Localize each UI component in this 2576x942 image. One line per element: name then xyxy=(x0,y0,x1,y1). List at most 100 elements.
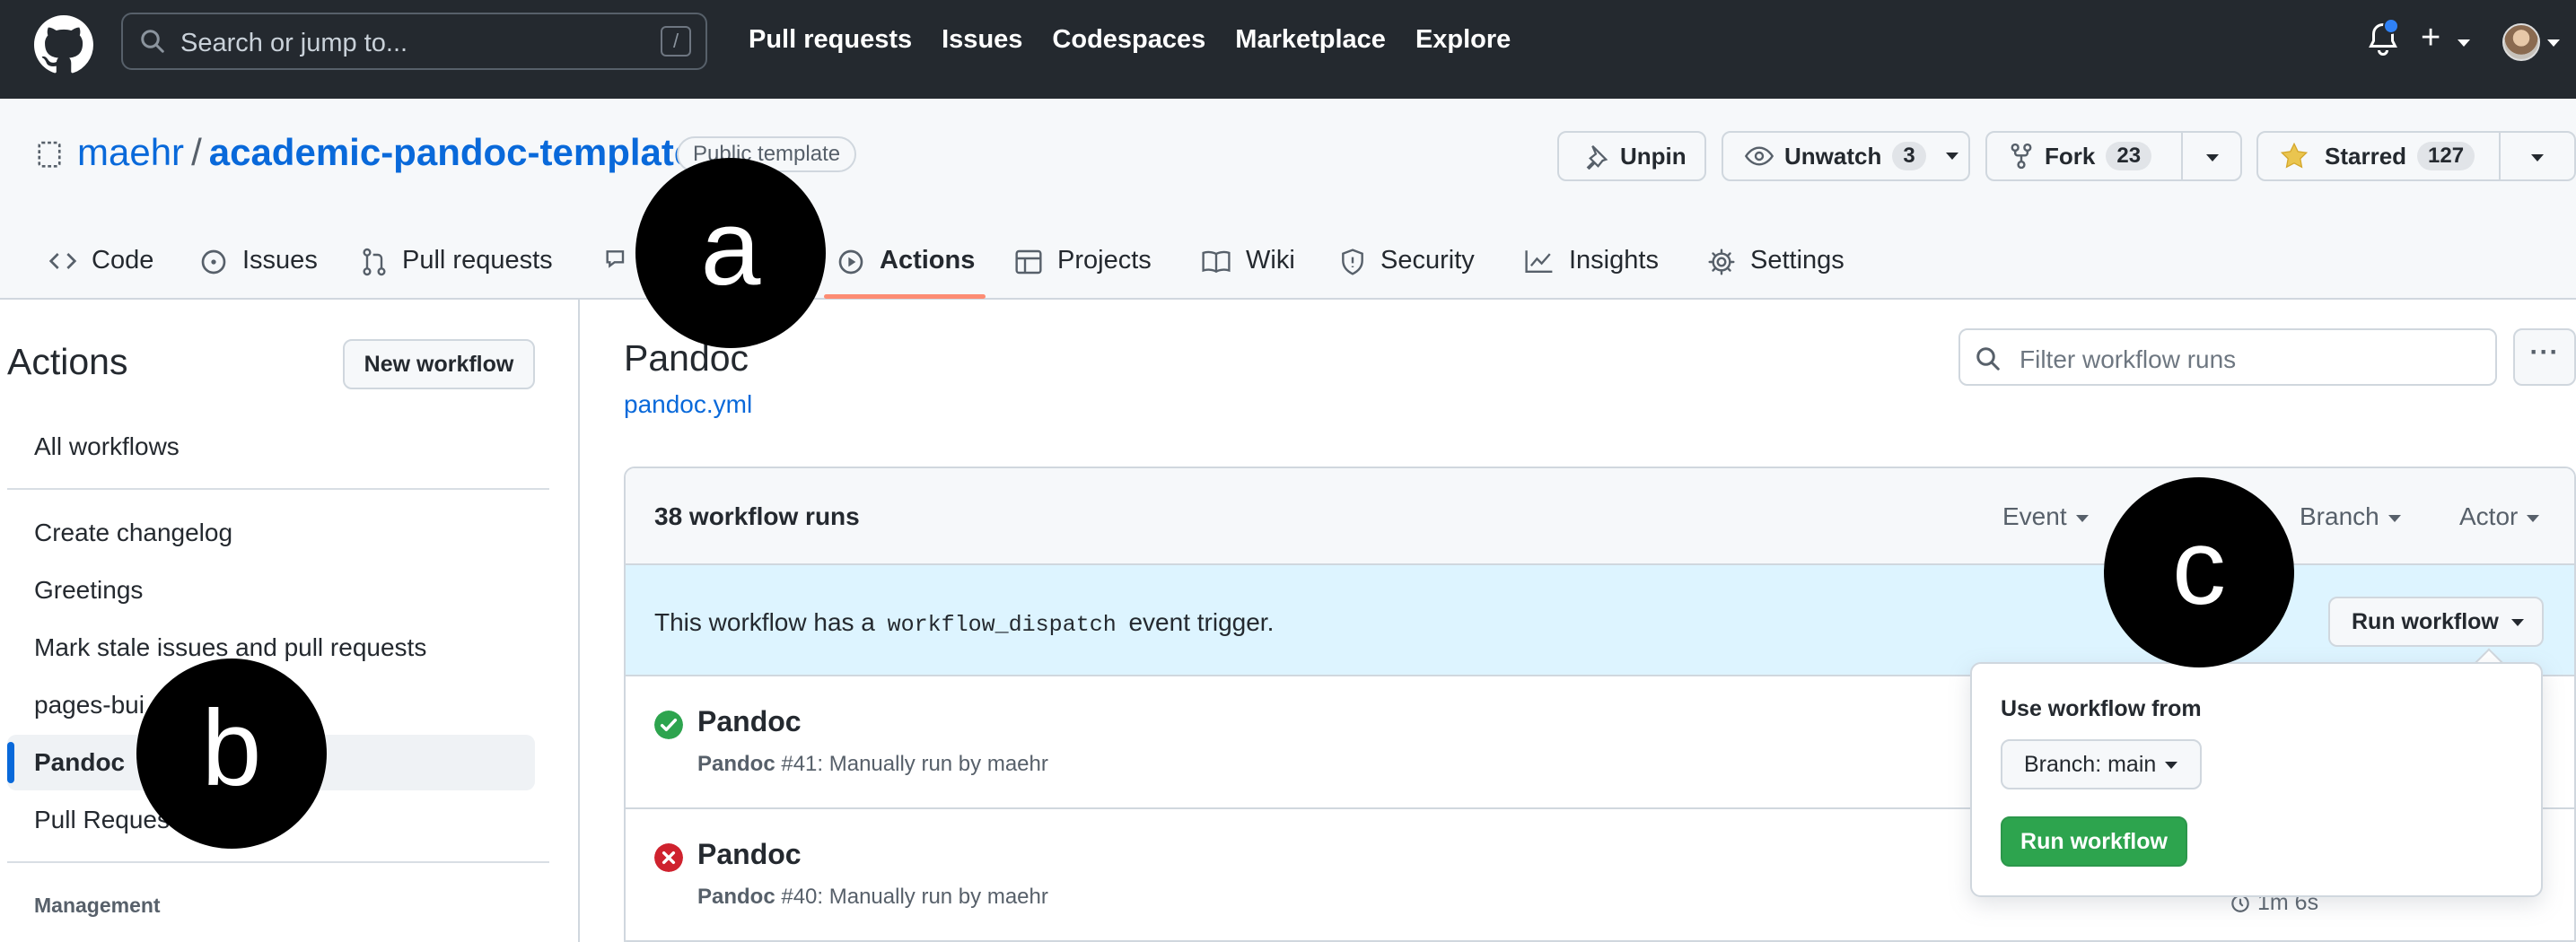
star-chevron-down-icon[interactable] xyxy=(2531,154,2544,161)
sidebar-selected-indicator xyxy=(7,742,14,783)
star-count: 127 xyxy=(2417,142,2475,170)
branch-filter-dropdown[interactable]: Branch xyxy=(2300,502,2401,531)
user-avatar[interactable] xyxy=(2502,23,2540,61)
starred-button[interactable]: Starred 127 xyxy=(2256,131,2576,181)
annotation-callout-a: a xyxy=(635,158,826,348)
search-icon xyxy=(1976,347,2000,371)
filter-placeholder: Filter workflow runs xyxy=(2020,345,2237,373)
create-new-chevron-down-icon[interactable] xyxy=(2458,39,2470,47)
fork-label: Fork xyxy=(2045,142,2096,170)
workflow-file-link[interactable]: pandoc.yml xyxy=(624,390,752,419)
run-workflow-name: Pandoc xyxy=(697,885,775,909)
chevron-down-icon xyxy=(2510,619,2524,627)
book-icon xyxy=(1201,248,1231,275)
fork-chevron-down-icon[interactable] xyxy=(2206,154,2219,161)
tab-security-label: Security xyxy=(1380,246,1475,275)
git-pull-request-icon xyxy=(361,248,388,276)
sidebar-item-pages-build-label: pages-bui xyxy=(34,691,145,719)
gear-icon xyxy=(1707,248,1736,276)
sidebar-divider xyxy=(7,488,549,490)
global-nav-pull-requests[interactable]: Pull requests xyxy=(749,25,912,55)
repo-template-icon xyxy=(38,141,61,168)
kebab-horizontal-icon[interactable]: ··· xyxy=(2513,328,2576,386)
notification-indicator xyxy=(2383,18,2399,34)
tab-wiki-label: Wiki xyxy=(1246,246,1295,275)
actor-filter-label: Actor xyxy=(2459,502,2519,530)
run-subtitle: Pandoc #41: Manually run by maehr xyxy=(697,752,1048,777)
repo-breadcrumb: maehr / academic-pandoc-template xyxy=(77,131,695,174)
watch-chevron-down-icon[interactable] xyxy=(1945,153,1958,160)
runs-count: 38 workflow runs xyxy=(654,502,860,530)
branch-select-button[interactable]: Branch: main xyxy=(2001,739,2202,789)
active-tab-indicator xyxy=(824,294,986,299)
global-nav-marketplace[interactable]: Marketplace xyxy=(1235,25,1386,55)
unpin-button[interactable]: Unpin xyxy=(1557,131,1706,181)
tab-actions-label: Actions xyxy=(880,246,976,275)
annotation-callout-b: b xyxy=(136,659,327,849)
run-workflow-name: Pandoc xyxy=(697,752,775,776)
sidebar-item-create-changelog[interactable]: Create changelog xyxy=(34,519,232,547)
table-icon xyxy=(1014,248,1043,276)
sidebar-item-pandoc[interactable]: Pandoc xyxy=(34,748,125,777)
new-workflow-button[interactable]: New workflow xyxy=(343,339,535,389)
unpin-label: Unpin xyxy=(1620,142,1687,170)
dispatch-message: This workflow has a workflow_dispatch ev… xyxy=(654,608,1274,638)
run-title[interactable]: Pandoc xyxy=(697,838,802,871)
tab-issues-label: Issues xyxy=(242,246,318,275)
sidebar-item-pull-requests[interactable]: Pull Reques xyxy=(34,806,170,834)
sidebar-title: Actions xyxy=(7,341,128,382)
watch-count: 3 xyxy=(1892,142,1926,170)
fork-button[interactable]: Fork 23 xyxy=(1985,131,2242,181)
breadcrumb-separator: / xyxy=(191,131,202,173)
shield-icon xyxy=(1339,248,1366,276)
repository-header: maehr / academic-pandoc-template Public te… xyxy=(0,99,2576,300)
tab-wiki[interactable]: Wiki xyxy=(1201,233,1295,300)
global-search-input[interactable]: Search or jump to... / xyxy=(121,13,707,70)
unwatch-button[interactable]: Unwatch 3 xyxy=(1722,131,1970,181)
tab-settings[interactable]: Settings xyxy=(1707,233,1844,300)
tab-pull-requests[interactable]: Pull requests xyxy=(361,233,553,300)
sidebar-item-pages-build-deployment[interactable]: pages-buit xyxy=(34,691,298,720)
tab-insights[interactable]: Insights xyxy=(1524,233,1659,300)
sidebar-divider xyxy=(7,861,549,863)
global-nav-explore[interactable]: Explore xyxy=(1415,25,1511,55)
tab-actions[interactable]: Actions xyxy=(837,233,975,300)
tab-projects[interactable]: Projects xyxy=(1014,233,1152,300)
chevron-down-icon xyxy=(2388,514,2401,522)
run-workflow-popover: Use workflow from Branch: main Run workf… xyxy=(1970,662,2543,897)
tab-code-label: Code xyxy=(92,246,154,275)
run-title[interactable]: Pandoc xyxy=(697,705,802,738)
search-placeholder: Search or jump to... xyxy=(180,29,408,57)
fork-split-divider xyxy=(2181,133,2183,179)
sidebar-item-all-workflows[interactable]: All workflows xyxy=(34,432,180,461)
filter-workflow-runs-input[interactable]: Filter workflow runs xyxy=(1958,328,2497,386)
create-new-icon[interactable]: + xyxy=(2421,20,2440,56)
repo-name-link[interactable]: academic-pandoc-template xyxy=(209,131,696,173)
actor-filter-dropdown[interactable]: Actor xyxy=(2459,502,2540,531)
chevron-down-icon xyxy=(2165,762,2178,770)
star-fill-icon xyxy=(2280,143,2309,170)
tab-issues[interactable]: Issues xyxy=(199,233,318,300)
branch-select-label: Branch: main xyxy=(2024,752,2157,777)
tab-code[interactable]: Code xyxy=(48,233,153,300)
sidebar-item-greetings[interactable]: Greetings xyxy=(34,576,143,605)
global-nav-codespaces[interactable]: Codespaces xyxy=(1052,25,1205,55)
user-menu-chevron-down-icon[interactable] xyxy=(2547,39,2560,47)
event-filter-dropdown[interactable]: Event xyxy=(2002,502,2089,531)
global-nav-issues[interactable]: Issues xyxy=(942,25,1022,55)
eye-icon xyxy=(1745,144,1774,169)
comment-discussion-icon xyxy=(605,248,634,275)
tab-security[interactable]: Security xyxy=(1339,233,1475,300)
tab-settings-label: Settings xyxy=(1750,246,1844,275)
tab-insights-label: Insights xyxy=(1569,246,1659,275)
run-workflow-dropdown-button[interactable]: Run workflow xyxy=(2328,597,2544,647)
play-icon xyxy=(837,248,865,276)
repo-owner-link[interactable]: maehr xyxy=(77,131,184,173)
code-icon xyxy=(48,248,77,275)
unwatch-label: Unwatch xyxy=(1784,142,1882,170)
x-circle-fill-icon xyxy=(654,843,683,872)
github-logo-icon[interactable] xyxy=(34,15,93,74)
run-subtitle: Pandoc #40: Manually run by maehr xyxy=(697,885,1048,910)
run-workflow-submit-button[interactable]: Run workflow xyxy=(2001,816,2187,867)
dispatch-prefix: This workflow has a xyxy=(654,608,875,636)
